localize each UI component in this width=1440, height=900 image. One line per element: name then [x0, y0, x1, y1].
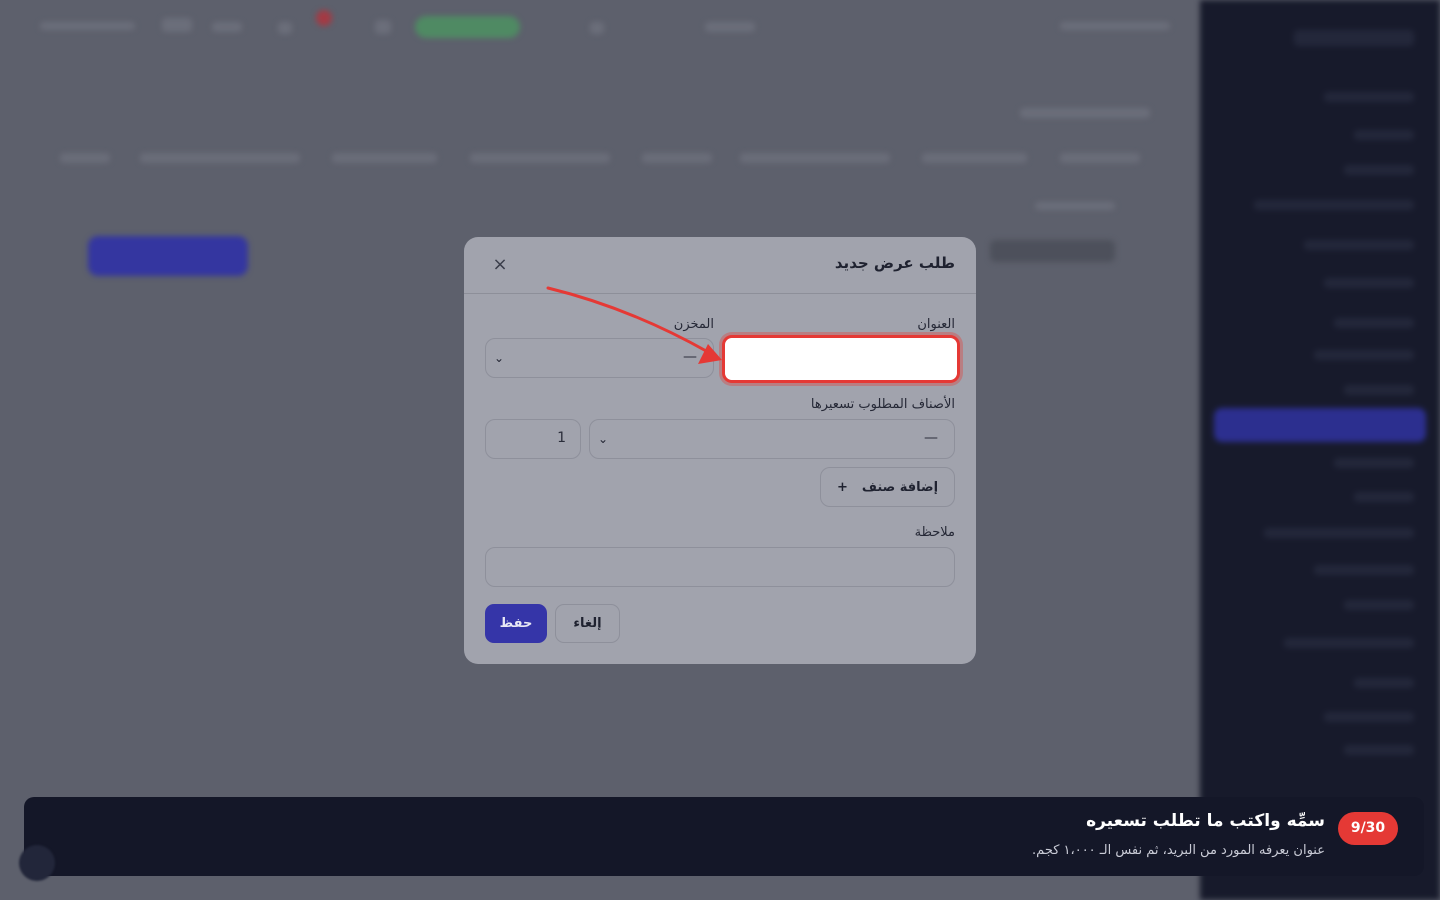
item-value: — — [924, 430, 938, 446]
guide-description: عنوان يعرفه المورد من البريد، ثم نفس الـ… — [1032, 843, 1325, 858]
chevron-down-icon: ⌄ — [597, 432, 609, 446]
dialog-title: طلب عرض جديد — [834, 254, 955, 272]
primary-action-button — [88, 236, 248, 276]
chevron-down-icon: ⌄ — [493, 351, 505, 365]
cancel-button[interactable]: إلغاء — [555, 604, 620, 643]
sidebar — [1200, 0, 1440, 900]
add-item-label: إضافة صنف — [861, 479, 939, 495]
title-field-highlight — [722, 335, 960, 383]
pointer-arrow-icon — [546, 286, 722, 364]
plus-icon: + — [836, 479, 848, 495]
items-label: الأصناف المطلوب تسعيرها — [810, 397, 955, 412]
close-icon[interactable]: × — [490, 255, 510, 275]
title-input[interactable] — [725, 338, 957, 380]
quantity-value: 1 — [557, 430, 566, 446]
save-button[interactable]: حفظ — [485, 604, 547, 643]
note-label: ملاحظة — [914, 525, 955, 540]
help-avatar — [19, 845, 55, 881]
title-label: العنوان — [917, 317, 955, 332]
note-input[interactable] — [485, 547, 955, 587]
tour-guide-bar: 9/30 سمِّه واكتب ما تطلب تسعيره عنوان يع… — [19, 797, 1424, 881]
item-select[interactable]: — ⌄ — [589, 419, 955, 459]
page-title — [990, 240, 1115, 262]
guide-title: سمِّه واكتب ما تطلب تسعيره — [1086, 811, 1325, 831]
tabs-row — [50, 145, 1150, 175]
quantity-input[interactable]: 1 — [485, 419, 581, 459]
top-bar — [0, 0, 1200, 56]
step-counter-badge: 9/30 — [1338, 812, 1398, 845]
add-item-button[interactable]: إضافة صنف + — [820, 467, 955, 507]
